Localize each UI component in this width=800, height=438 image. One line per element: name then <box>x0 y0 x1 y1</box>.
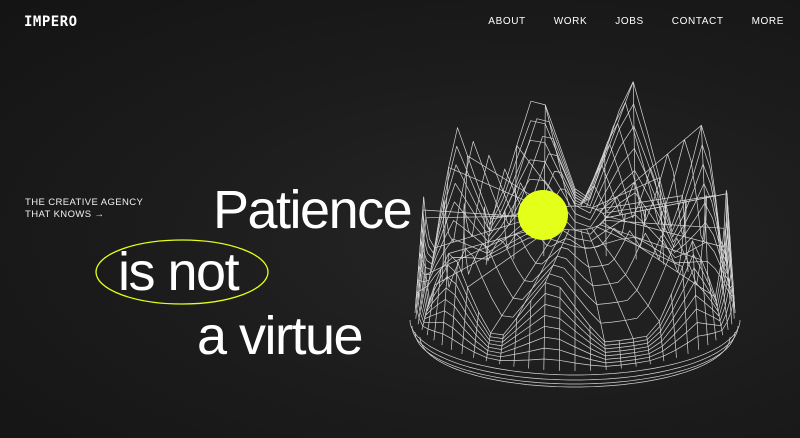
page: IMPERO ABOUT WORK JOBS CONTACT MORE THE … <box>0 0 800 438</box>
tagline-line-1: THE CREATIVE AGENCY <box>25 197 144 208</box>
main-nav: ABOUT WORK JOBS CONTACT MORE <box>488 16 784 27</box>
nav-item-more[interactable]: MORE <box>752 16 784 27</box>
brand-logo[interactable]: IMPERO <box>24 14 78 30</box>
hero-tagline-link[interactable]: THE CREATIVE AGENCY THAT KNOWS → <box>25 197 143 220</box>
nav-item-jobs[interactable]: JOBS <box>615 16 644 27</box>
nav-item-about[interactable]: ABOUT <box>488 16 525 27</box>
accent-dot <box>518 190 568 240</box>
tagline-line-2: THAT KNOWS → <box>25 208 105 220</box>
highlight-ellipse <box>95 239 269 305</box>
nav-item-work[interactable]: WORK <box>554 16 588 27</box>
nav-item-contact[interactable]: CONTACT <box>672 16 724 27</box>
